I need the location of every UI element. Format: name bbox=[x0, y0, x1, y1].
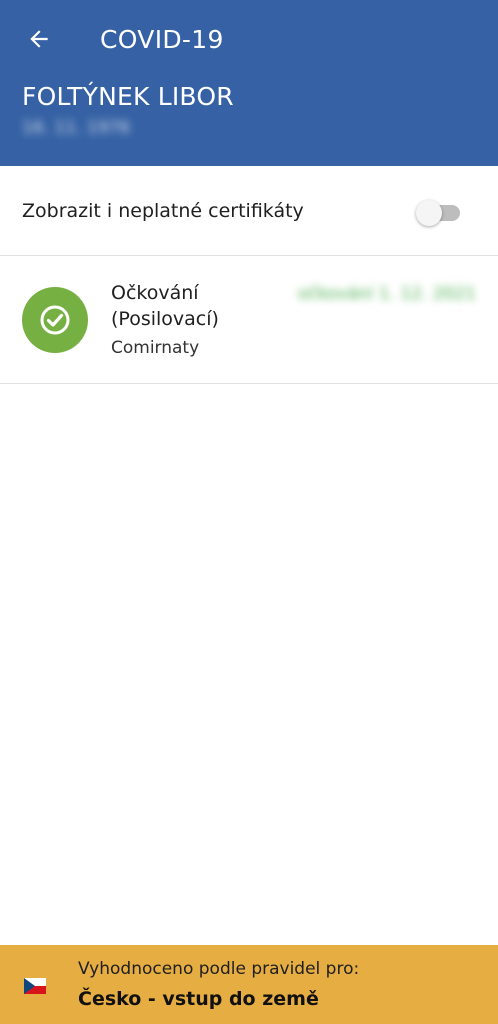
show-invalid-switch[interactable] bbox=[416, 200, 462, 226]
birth-date: 16. 11. 1976 bbox=[22, 118, 131, 138]
rules-caption: Vyhodnoceno podle pravidel pro: bbox=[78, 959, 360, 979]
back-button[interactable] bbox=[22, 22, 56, 56]
arrow-left-icon bbox=[30, 30, 48, 48]
rules-footer[interactable]: Vyhodnoceno podle pravidel pro: Česko - … bbox=[0, 945, 498, 1024]
vaccine-name: Comirnaty bbox=[111, 338, 200, 358]
person-name: FOLTÝNEK LIBOR bbox=[22, 82, 234, 111]
show-invalid-label: Zobrazit i neplatné certifikáty bbox=[22, 200, 304, 222]
app-header: COVID-19 FOLTÝNEK LIBOR 16. 11. 1976 bbox=[0, 0, 498, 166]
certificate-date: očkování 1. 12. 2021 bbox=[297, 284, 476, 304]
certificate-type: Očkování (Posilovací) bbox=[111, 282, 219, 330]
czech-flag-icon bbox=[24, 978, 46, 994]
certificate-item[interactable]: Očkování (Posilovací) Comirnaty očkování… bbox=[0, 256, 498, 384]
check-circle-icon bbox=[40, 305, 70, 335]
switch-thumb bbox=[416, 200, 442, 226]
status-badge bbox=[22, 287, 88, 353]
rules-country: Česko - vstup do země bbox=[78, 988, 319, 1010]
app-title: COVID-19 bbox=[100, 25, 224, 54]
